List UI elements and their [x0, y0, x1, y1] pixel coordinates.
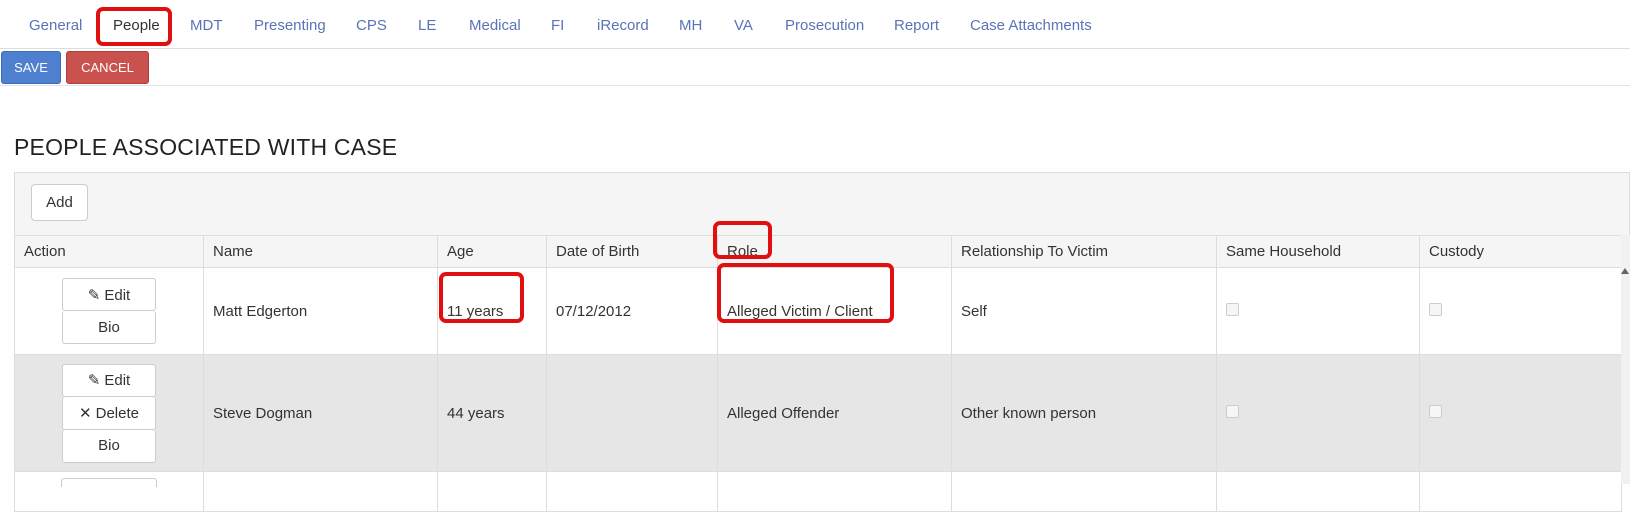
dob-cell [546, 354, 718, 472]
tab-cps[interactable]: CPS [356, 17, 387, 34]
pencil-icon: ✎ [87, 286, 101, 304]
action-cell: ✎ Edit Bio [14, 267, 204, 355]
people-table: Action Name Age Date of Birth Role Relat… [14, 235, 1622, 512]
column-header-name: Name [203, 235, 438, 268]
role-cell: Alleged Victim / Client [717, 267, 952, 355]
table-header-row: Action Name Age Date of Birth Role Relat… [14, 235, 1622, 268]
action-cell: ✎ Edit ✕ Delete Bio [14, 354, 204, 472]
role-cell: Alleged Offender [717, 354, 952, 472]
tab-va[interactable]: VA [734, 17, 753, 34]
save-button[interactable]: SAVE [1, 51, 61, 84]
column-header-role: Role [717, 235, 952, 268]
table-row [14, 471, 1622, 512]
add-person-button[interactable]: Add [31, 184, 88, 221]
bio-button[interactable]: Bio [62, 311, 156, 344]
name-cell: Matt Edgerton [203, 267, 438, 355]
delete-label: Delete [95, 404, 139, 422]
pencil-icon: ✎ [87, 372, 101, 389]
tab-people[interactable]: People [113, 17, 160, 34]
column-header-age: Age [437, 235, 547, 268]
table-row: ✎ Edit Bio Matt Edgerton 11 years 07/12/2… [14, 267, 1622, 355]
tab-bar: General People MDT Presenting CPS LE Med… [0, 0, 1630, 49]
same-household-checkbox[interactable] [1226, 404, 1239, 418]
cancel-button[interactable]: CANCEL [66, 51, 149, 84]
tab-mh[interactable]: MH [679, 17, 702, 34]
custody-cell [1419, 267, 1622, 355]
edit-button[interactable]: ✎ Edit [62, 278, 156, 311]
age-cell: 11 years [437, 267, 547, 355]
name-cell: Steve Dogman [203, 354, 438, 472]
page-title: PEOPLE ASSOCIATED WITH CASE [14, 134, 398, 160]
same-household-cell [1216, 267, 1420, 355]
custody-checkbox[interactable] [1429, 302, 1442, 316]
tab-mdt[interactable]: MDT [190, 17, 223, 34]
tab-report[interactable]: Report [894, 17, 939, 34]
custody-checkbox[interactable] [1429, 404, 1442, 418]
tab-medical[interactable]: Medical [469, 17, 521, 34]
dob-cell: 07/12/2012 [546, 267, 718, 355]
column-header-custody: Custody [1419, 235, 1622, 268]
tab-general[interactable]: General [29, 17, 82, 34]
custody-cell [1419, 354, 1622, 472]
action-cell [14, 471, 204, 512]
table-row: ✎ Edit ✕ Delete Bio Steve Dogman 44 years … [14, 354, 1622, 472]
age-cell: 44 years [437, 354, 547, 472]
tab-prosecution[interactable]: Prosecution [785, 17, 864, 34]
relationship-cell: Self [951, 267, 1217, 355]
tab-fi[interactable]: FI [551, 17, 564, 34]
relationship-cell: Other known person [951, 354, 1217, 472]
column-header-dob: Date of Birth [546, 235, 718, 268]
same-household-checkbox[interactable] [1226, 302, 1239, 316]
column-header-relationship: Relationship To Victim [951, 235, 1217, 268]
bio-button[interactable]: Bio [62, 429, 156, 463]
tab-le[interactable]: LE [418, 17, 436, 34]
tab-case-attachments[interactable]: Case Attachments [970, 17, 1092, 34]
edit-label: Edit [104, 286, 131, 304]
edit-label: Edit [104, 372, 131, 389]
scroll-up-arrow-icon[interactable] [1621, 268, 1629, 274]
close-icon: ✕ [79, 404, 92, 422]
tab-irecord[interactable]: iRecord [597, 17, 649, 34]
edit-button[interactable]: ✎ Edit [62, 363, 156, 397]
same-household-cell [1216, 354, 1420, 472]
partial-button[interactable] [61, 478, 157, 487]
tab-presenting[interactable]: Presenting [254, 17, 326, 34]
delete-button[interactable]: ✕ Delete [62, 396, 156, 430]
column-header-action: Action [14, 235, 204, 268]
column-header-same-household: Same Household [1216, 235, 1420, 268]
toolbar: SAVE CANCEL [0, 49, 1630, 86]
